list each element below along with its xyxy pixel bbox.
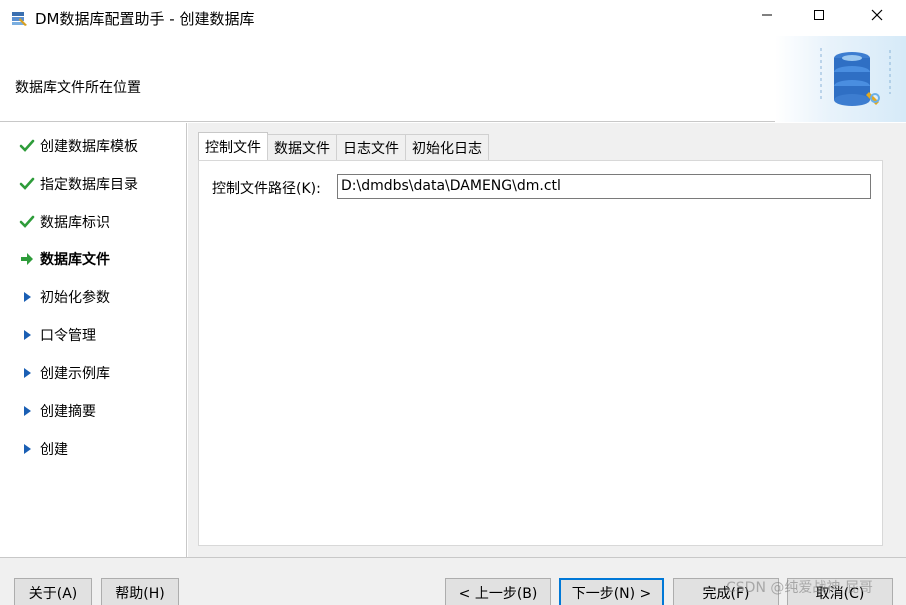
nav-step-9[interactable]: 创建	[18, 438, 68, 460]
control-file-panel: 控制文件路径(K): D:\dmdbs\data\DAMENG\dm.ctl	[198, 160, 883, 546]
minimize-icon	[761, 9, 773, 25]
nav-step-label: 创建摘要	[40, 404, 96, 420]
maximize-icon	[813, 9, 825, 25]
nav-step-3[interactable]: 数据库标识	[18, 211, 110, 233]
page-title: 数据库文件所在位置	[15, 80, 141, 96]
arrow-right-icon	[18, 250, 36, 268]
nav-step-6[interactable]: 口令管理	[18, 324, 96, 346]
nav-step-2[interactable]: 指定数据库目录	[18, 173, 138, 195]
nav-step-label: 口令管理	[40, 328, 96, 344]
triangle-right-icon	[18, 440, 36, 458]
nav-step-label: 指定数据库目录	[40, 177, 138, 193]
triangle-right-icon	[18, 326, 36, 344]
maximize-button[interactable]	[790, 0, 848, 34]
minimize-button[interactable]	[738, 0, 796, 34]
wizard-content: 控制文件 数据文件 日志文件 初始化日志 控制文件路径(K): D:\dmdbs…	[188, 123, 906, 557]
nav-step-5[interactable]: 初始化参数	[18, 286, 110, 308]
tab-log-file[interactable]: 日志文件	[336, 134, 406, 160]
nav-step-label: 数据库文件	[40, 252, 110, 268]
nav-step-label: 初始化参数	[40, 290, 110, 306]
nav-step-1[interactable]: 创建数据库模板	[18, 135, 138, 157]
close-icon	[871, 9, 883, 25]
wizard-header: 数据库文件所在位置	[0, 36, 906, 122]
title-bar: DM数据库配置助手 - 创建数据库	[0, 0, 906, 36]
about-button[interactable]: 关于(A)	[14, 578, 92, 605]
watermark: CSDN @纯爱战神 屁哥	[726, 580, 873, 596]
db-config-app-icon	[10, 9, 28, 27]
control-file-path-label: 控制文件路径(K):	[212, 181, 321, 197]
wizard-steps-nav: 创建数据库模板 指定数据库目录 数据库标识 数据库文件 初始化参数 口令管理 创…	[0, 123, 187, 557]
control-file-path-input[interactable]: D:\dmdbs\data\DAMENG\dm.ctl	[337, 174, 871, 199]
nav-step-7[interactable]: 创建示例库	[18, 362, 110, 384]
next-button[interactable]: 下一步(N) >	[559, 578, 664, 605]
triangle-right-icon	[18, 288, 36, 306]
tab-control-file[interactable]: 控制文件	[198, 132, 268, 160]
nav-step-label: 创建	[40, 442, 68, 458]
file-tabs: 控制文件 数据文件 日志文件 初始化日志	[198, 132, 489, 160]
nav-step-label: 创建数据库模板	[40, 139, 138, 155]
checkmark-icon	[18, 213, 36, 231]
nav-step-4[interactable]: 数据库文件	[18, 248, 110, 270]
tab-data-file[interactable]: 数据文件	[267, 134, 337, 160]
nav-step-label: 创建示例库	[40, 366, 110, 382]
triangle-right-icon	[18, 364, 36, 382]
tab-init-log[interactable]: 初始化日志	[405, 134, 489, 160]
nav-step-label: 数据库标识	[40, 215, 110, 231]
checkmark-icon	[18, 175, 36, 193]
checkmark-icon	[18, 137, 36, 155]
help-button[interactable]: 帮助(H)	[101, 578, 179, 605]
database-gear-illustration	[775, 36, 906, 122]
triangle-right-icon	[18, 402, 36, 420]
close-button[interactable]	[848, 0, 906, 34]
nav-step-8[interactable]: 创建摘要	[18, 400, 96, 422]
prev-button[interactable]: < 上一步(B)	[445, 578, 551, 605]
window-title: DM数据库配置助手 - 创建数据库	[35, 10, 255, 28]
